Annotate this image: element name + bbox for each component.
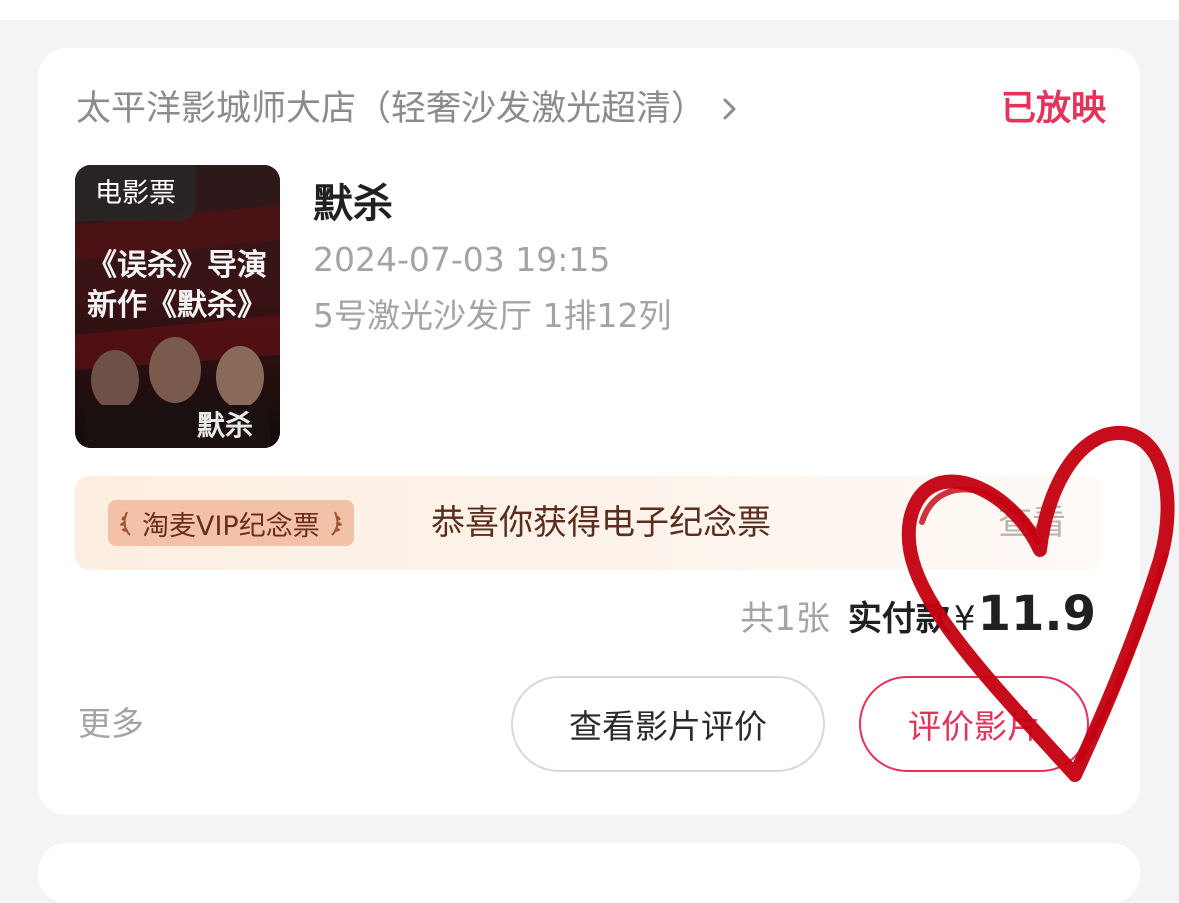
seat-info: 5号激光沙发厅 1排12列 (313, 296, 672, 335)
chevron-right-icon (720, 95, 740, 123)
cinema-link[interactable]: 太平洋影城师大店（轻奢沙发激光超清） (76, 81, 740, 137)
order-header: 太平洋影城师大店（轻奢沙发激光超清） 已放映 (76, 81, 1106, 137)
paid-label: 实付款 (847, 599, 950, 639)
movie-title: 默杀 (313, 181, 393, 227)
next-order-card[interactable] (38, 843, 1140, 903)
vip-badge-label: 淘麦VIP纪念票 (142, 510, 320, 542)
order-card[interactable]: 太平洋影城师大店（轻奢沙发激光超清） 已放映 《误杀》导演 新作《默杀》 默杀 … (38, 48, 1140, 815)
view-souvenir-link[interactable]: 查看 (998, 498, 1066, 548)
vip-souvenir-banner[interactable]: 淘麦VIP纪念票 恭喜你获得电子纪念票 查看 (75, 476, 1103, 570)
rate-movie-button[interactable]: 评价影片 (859, 676, 1089, 772)
paid-amount: 11.9 (977, 586, 1096, 642)
laurel-right-icon (326, 509, 344, 537)
view-reviews-button[interactable]: 查看影片评价 (511, 676, 825, 772)
movie-poster[interactable]: 《误杀》导演 新作《默杀》 默杀 电影票 (75, 165, 280, 448)
laurel-left-icon (118, 509, 136, 537)
payment-summary: 共1张 实付款 ¥ 11.9 (740, 586, 1096, 642)
showtime: 2024-07-03 19:15 (313, 240, 611, 279)
poster-tag: 电影票 (75, 165, 196, 221)
cinema-name: 太平洋影城师大店（轻奢沙发激光超清） (76, 89, 707, 129)
poster-line-1: 《误杀》导演 (87, 248, 267, 283)
vip-message: 恭喜你获得电子纪念票 (431, 503, 771, 543)
more-link[interactable]: 更多 (78, 700, 144, 748)
poster-logo: 默杀 (197, 409, 253, 442)
vip-badge: 淘麦VIP纪念票 (108, 500, 354, 546)
currency-symbol: ¥ (953, 599, 976, 639)
top-strip (0, 0, 1179, 20)
poster-line-2: 新作《默杀》 (87, 288, 267, 323)
ticket-count: 共1张 (740, 599, 830, 639)
status-badge: 已放映 (1000, 89, 1106, 129)
